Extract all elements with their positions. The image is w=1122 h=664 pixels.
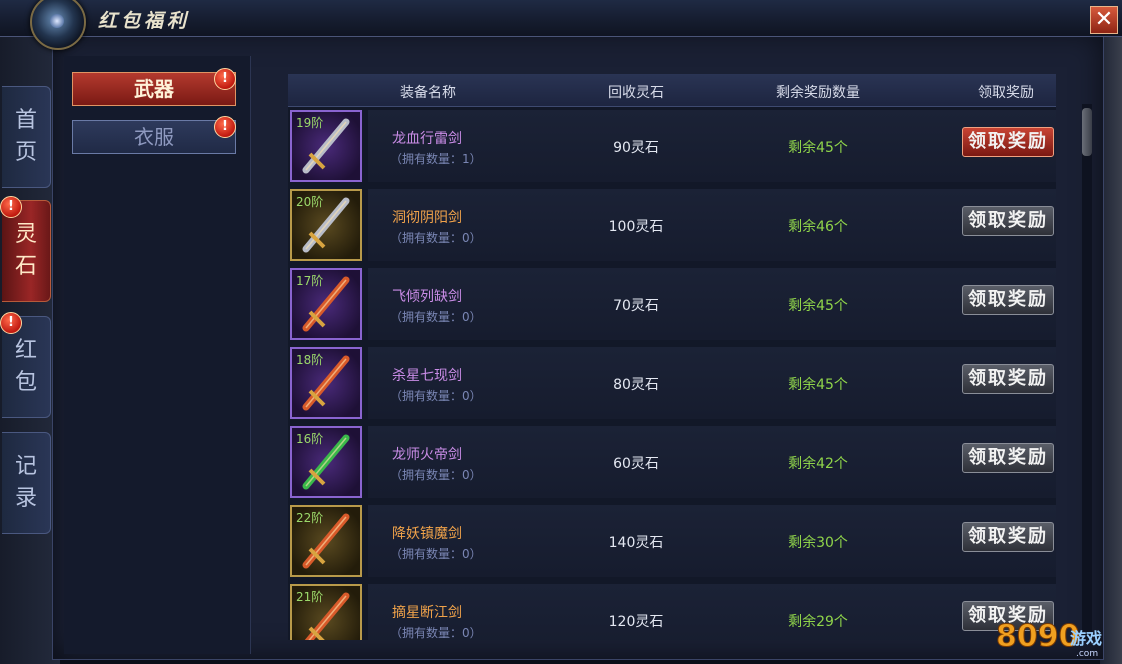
item-name: 飞倾列缺剑 — [392, 289, 462, 305]
scrollbar-track[interactable] — [1082, 104, 1092, 640]
claim-reward-button[interactable]: 领取奖励 — [962, 364, 1054, 394]
site-watermark-logo: 8090 游戏 .com — [996, 619, 1102, 659]
side-tab-label: 石 — [14, 254, 37, 279]
table-row: 16阶龙师火帝剑 （拥有数量：0） 60灵石 剩余42个 领取奖励 — [288, 426, 1056, 498]
remaining-count: 剩余45个 — [788, 140, 848, 156]
recycle-stone-value: 100灵石 — [608, 219, 664, 235]
remaining-count: 剩余29个 — [788, 614, 848, 630]
row-background — [368, 505, 1056, 577]
category-panel: 武器 ! 衣服 ! — [64, 56, 251, 654]
item-icon-frame[interactable]: 17阶 — [290, 268, 362, 340]
side-tab-label: 包 — [14, 370, 37, 395]
recycle-stone-value: 90灵石 — [613, 140, 659, 156]
item-name: 龙师火帝剑 — [392, 447, 462, 463]
remaining-count: 剩余45个 — [788, 377, 848, 393]
category-weapon-button[interactable]: 武器 — [72, 72, 236, 106]
item-owned-count: （拥有数量：0） — [390, 626, 482, 640]
table-row: 22阶降妖镇魔剑 （拥有数量：0） 140灵石 剩余30个 领取奖励 — [288, 505, 1056, 577]
item-owned-count: （拥有数量：0） — [390, 389, 482, 403]
recycle-stone-value: 70灵石 — [613, 298, 659, 314]
item-owned-count: （拥有数量：0） — [390, 310, 482, 324]
table-row: 18阶杀星七现剑 （拥有数量：0） 80灵石 剩余45个 领取奖励 — [288, 347, 1056, 419]
side-tab-label: 红 — [14, 338, 37, 363]
title-bar: 红包福利 ✕ — [0, 0, 1122, 50]
table-row: 21阶 摘星断江剑 （拥有数量：0） 120灵石 剩余29个 领取奖励 — [288, 584, 1056, 640]
item-icon-frame[interactable]: 22阶 — [290, 505, 362, 577]
recycle-stone-value: 60灵石 — [613, 456, 659, 472]
side-tab-label: 首 — [14, 108, 37, 133]
item-name: 杀星七现剑 — [392, 368, 462, 384]
item-owned-count: （拥有数量：0） — [390, 231, 482, 245]
column-header-claim: 领取奖励 — [978, 85, 1034, 101]
item-owned-count: （拥有数量：0） — [390, 547, 482, 561]
table-row: 19阶龙血行雷剑 （拥有数量：1） 90灵石 剩余45个 领取奖励 — [288, 110, 1056, 182]
column-header-name: 装备名称 — [400, 85, 456, 101]
close-button[interactable]: ✕ — [1090, 6, 1118, 34]
recycle-stone-value: 120灵石 — [608, 614, 664, 630]
table-row: 17阶飞倾列缺剑 （拥有数量：0） 70灵石 剩余45个 领取奖励 — [288, 268, 1056, 340]
remaining-count: 剩余42个 — [788, 456, 848, 472]
recycle-stone-value: 80灵石 — [613, 377, 659, 393]
category-clothes-button[interactable]: 衣服 — [72, 120, 236, 154]
item-tier: 20阶 — [296, 195, 324, 209]
item-name: 降妖镇魔剑 — [392, 526, 462, 542]
side-tab-home[interactable]: 首 页 — [2, 86, 51, 188]
row-background — [368, 268, 1056, 340]
column-header-stone: 回收灵石 — [608, 85, 664, 101]
item-icon-frame[interactable]: 21阶 — [290, 584, 362, 640]
svg-text:游戏: 游戏 — [1070, 629, 1102, 648]
item-owned-count: （拥有数量：1） — [390, 152, 482, 166]
item-name: 洞彻阴阳剑 — [392, 210, 462, 226]
remaining-count: 剩余30个 — [788, 535, 848, 551]
item-tier: 18阶 — [296, 353, 324, 367]
side-tab-label: 页 — [14, 140, 37, 165]
window-title: 红包福利 — [98, 10, 191, 32]
claim-reward-button[interactable]: 领取奖励 — [962, 206, 1054, 236]
row-background — [368, 347, 1056, 419]
svg-text:.com: .com — [1076, 649, 1098, 658]
item-tier: 22阶 — [296, 511, 324, 525]
item-icon-frame[interactable]: 20阶 — [290, 189, 362, 261]
column-header-remaining: 剩余奖励数量 — [776, 85, 860, 101]
item-icon-frame[interactable]: 19阶 — [290, 110, 362, 182]
row-background — [368, 189, 1056, 261]
alert-badge-icon: ! — [0, 196, 22, 218]
reward-table: 装备名称 回收灵石 剩余奖励数量 领取奖励 19阶龙血行雷剑 （拥有数量：1） 90… — [288, 74, 1056, 640]
item-tier: 21阶 — [296, 590, 324, 604]
claim-reward-button[interactable]: 领取奖励 — [962, 285, 1054, 315]
remaining-count: 剩余46个 — [788, 219, 848, 235]
item-icon-frame[interactable]: 16阶 — [290, 426, 362, 498]
item-owned-count: （拥有数量：0） — [390, 468, 482, 482]
claim-reward-button[interactable]: 领取奖励 — [962, 522, 1054, 552]
claim-reward-button[interactable]: 领取奖励 — [962, 127, 1054, 157]
claim-reward-button[interactable]: 领取奖励 — [962, 443, 1054, 473]
alert-badge-icon: ! — [0, 312, 22, 334]
item-tier: 16阶 — [296, 432, 324, 446]
item-tier: 17阶 — [296, 274, 324, 288]
table-header: 装备名称 回收灵石 剩余奖励数量 领取奖励 — [288, 74, 1056, 107]
item-name: 摘星断江剑 — [392, 605, 462, 621]
side-tab-records[interactable]: 记 录 — [2, 432, 51, 534]
row-background — [368, 110, 1056, 182]
side-tab-label: 录 — [14, 486, 37, 511]
scrollbar-thumb[interactable] — [1082, 108, 1092, 156]
row-background — [368, 426, 1056, 498]
side-tab-label: 灵 — [14, 222, 37, 247]
item-tier: 19阶 — [296, 116, 324, 130]
table-row: 20阶洞彻阴阳剑 （拥有数量：0） 100灵石 剩余46个 领取奖励 — [288, 189, 1056, 261]
item-icon-frame[interactable]: 18阶 — [290, 347, 362, 419]
svg-text:8090: 8090 — [996, 619, 1080, 654]
alert-badge-icon: ! — [214, 68, 236, 90]
remaining-count: 剩余45个 — [788, 298, 848, 314]
item-name: 龙血行雷剑 — [392, 131, 462, 147]
side-tab-label: 记 — [14, 454, 37, 479]
recycle-stone-value: 140灵石 — [608, 535, 664, 551]
alert-badge-icon: ! — [214, 116, 236, 138]
